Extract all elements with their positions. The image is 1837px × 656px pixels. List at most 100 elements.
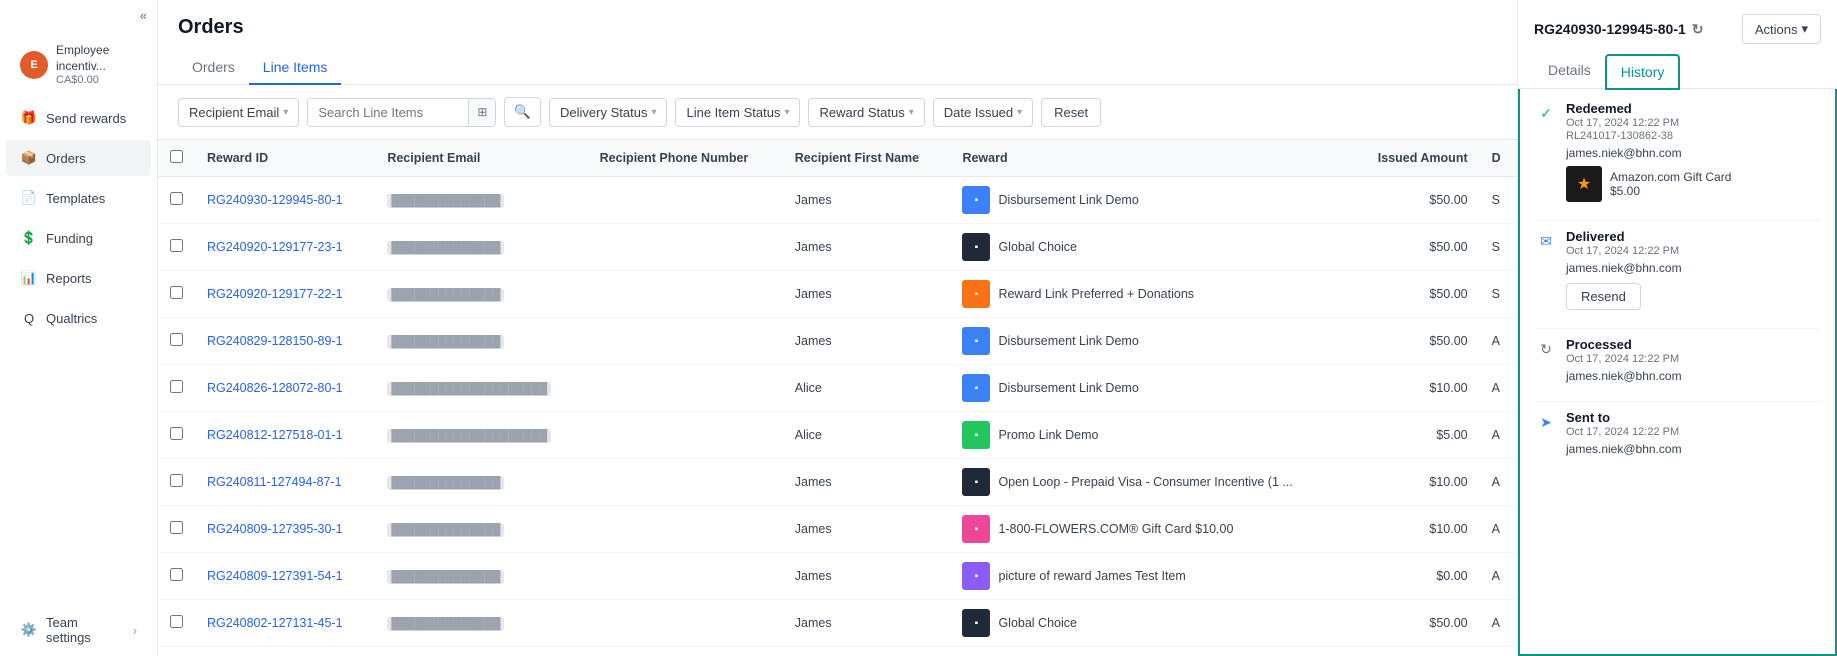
reward-thumbnail: ▪ [962,421,990,449]
reward-id-link[interactable]: RG240826-128072-80-1 [207,381,343,395]
gift-card-preview: ★ Amazon.com Gift Card $5.00 [1566,166,1819,202]
col-issued-amount: Issued Amount [1351,140,1480,177]
tab-orders[interactable]: Orders [178,51,249,85]
history-item: ✓ Redeemed Oct 17, 2024 12:22 PM RL24101… [1536,101,1819,202]
row-checkbox[interactable] [170,286,183,299]
table-row: RG240811-127494-87-1 ██████████████ Jame… [158,459,1517,506]
history-ref: RL241017-130862-38 [1566,130,1819,142]
reward-id-link[interactable]: RG240802-127131-45-1 [207,616,343,630]
history-content: Redeemed Oct 17, 2024 12:22 PM RL241017-… [1566,101,1819,202]
delivery-status-label: Delivery Status [560,105,647,120]
reward-id-link[interactable]: RG240920-129177-23-1 [207,240,343,254]
sidebar-item-send-rewards[interactable]: 🎁 Send rewards [6,100,151,136]
recipient-email: ████████████████████ [387,429,551,443]
history-date: Oct 17, 2024 12:22 PM [1566,426,1819,438]
chart-icon: 📊 [20,269,38,287]
recipient-first-name: alice [783,647,951,656]
row-checkbox[interactable] [170,380,183,393]
recipient-phone [588,412,783,459]
row-checkbox[interactable] [170,239,183,252]
select-all-checkbox[interactable] [170,150,183,163]
refresh-icon[interactable]: ↻ [1692,21,1704,38]
recipient-phone [588,365,783,412]
page-header: Orders Orders Line Items [158,0,1517,85]
history-divider [1536,328,1819,329]
recipient-email: ██████████████ [387,523,504,537]
sidebar-item-reports[interactable]: 📊 Reports [6,260,151,296]
sidebar-item-label: Qualtrics [46,311,97,326]
row-checkbox[interactable] [170,521,183,534]
reward-id-link[interactable]: RG240829-128150-89-1 [207,334,343,348]
sidebar-item-orders[interactable]: 📦 Orders [6,140,151,176]
reward-cell: ▪ Disbursement Link Demo [962,186,1339,214]
reward-id-link[interactable]: RG240809-127395-30-1 [207,522,343,536]
recipient-phone [588,318,783,365]
reward-thumbnail: ▪ [962,233,990,261]
row-checkbox[interactable] [170,333,183,346]
history-email: james.niek@bhn.com [1566,146,1819,160]
row-checkbox[interactable] [170,474,183,487]
chevron-down-icon: ▾ [784,107,789,118]
history-panel: ✓ Redeemed Oct 17, 2024 12:22 PM RL24101… [1518,89,1837,656]
arrow-status-icon: ➤ [1536,412,1556,432]
row-checkbox[interactable] [170,615,183,628]
col-recipient-phone: Recipient Phone Number [588,140,783,177]
recipient-email-dropdown[interactable]: Recipient Email ▾ [178,98,299,127]
gift-card-name: Amazon.com Gift Card [1610,170,1731,184]
sidebar-item-templates[interactable]: 📄 Templates [6,180,151,216]
right-panel-id: RG240930-129945-80-1 ↻ [1534,21,1704,38]
row-checkbox[interactable] [170,192,183,205]
recipient-first-name: James [783,459,951,506]
reward-cell: ▪ Reward Link Preferred + Donations [962,280,1339,308]
reward-id-link[interactable]: RG240930-129945-80-1 [207,193,343,207]
history-email: james.niek@bhn.com [1566,442,1819,456]
reward-cell: ▪ picture of reward James Test Item [962,562,1339,590]
sidebar-item-funding[interactable]: 💲 Funding [6,220,151,256]
org-name: Employee incentiv... [56,43,137,74]
reward-name: Disbursement Link Demo [998,193,1138,207]
reward-id-link[interactable]: RG240920-129177-22-1 [207,287,343,301]
reward-cell: ▪ Disbursement Link Demo [962,327,1339,355]
reset-button[interactable]: Reset [1041,98,1101,127]
row-checkbox[interactable] [170,568,183,581]
reward-id-link[interactable]: RG240812-127518-01-1 [207,428,343,442]
row-status: J [1480,647,1517,656]
right-panel: RG240930-129945-80-1 ↻ Actions ▾ Details… [1517,0,1837,656]
sidebar-collapse-button[interactable]: « [0,0,157,31]
box-icon: 📦 [20,149,38,167]
history-title: Processed [1566,337,1819,352]
issued-amount: $5.00 [1351,412,1480,459]
reward-name: Global Choice [998,240,1077,254]
sidebar-item-team-settings[interactable]: ⚙️ Team settings › [6,606,151,654]
actions-button[interactable]: Actions ▾ [1742,14,1821,44]
search-input[interactable] [308,99,468,126]
sidebar-item-qualtrics[interactable]: Q Qualtrics [6,300,151,336]
sidebar-item-label: Funding [46,231,93,246]
resend-button[interactable]: Resend [1566,283,1641,310]
filters-bar: Recipient Email ▾ ⊞ 🔍 Delivery Status ▾ … [158,85,1517,140]
recipient-phone [588,647,783,656]
recipient-phone [588,177,783,224]
panel-tab-history[interactable]: History [1605,54,1681,90]
file-icon: 📄 [20,189,38,207]
table-row: RG240809-127391-54-1 ██████████████ Jame… [158,553,1517,600]
date-issued-dropdown[interactable]: Date Issued ▾ [933,98,1033,127]
chevron-down-icon: ▾ [651,107,656,118]
row-checkbox[interactable] [170,427,183,440]
line-item-status-dropdown[interactable]: Line Item Status ▾ [675,98,800,127]
reward-name: picture of reward James Test Item [998,569,1185,583]
search-grid-button[interactable]: ⊞ [468,99,495,125]
issued-amount: $50.00 [1351,318,1480,365]
reward-thumbnail: ▪ [962,374,990,402]
search-button[interactable]: 🔍 [504,97,541,127]
reward-id-link[interactable]: RG240809-127391-54-1 [207,569,343,583]
reward-status-dropdown[interactable]: Reward Status ▾ [808,98,924,127]
delivery-status-dropdown[interactable]: Delivery Status ▾ [549,98,667,127]
reward-id-link[interactable]: RG240811-127494-87-1 [207,475,342,489]
panel-tab-details[interactable]: Details [1534,54,1605,89]
sidebar-item-label: Orders [46,151,86,166]
tab-line-items[interactable]: Line Items [249,51,342,85]
recipient-email: ██████████████ [387,288,504,302]
org-amount: CA$0.00 [56,74,137,86]
col-reward-id: Reward ID [195,140,375,177]
